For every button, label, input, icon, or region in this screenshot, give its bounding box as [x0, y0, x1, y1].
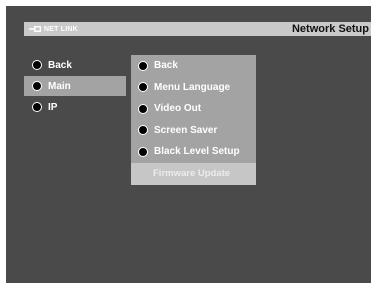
submenu-item-black-level-setup[interactable]: Black Level Setup — [131, 141, 256, 163]
menu-item-label: Main — [48, 80, 71, 92]
radio-bullet-icon — [138, 125, 148, 136]
brand-label: NET LINK — [44, 25, 78, 33]
network-plug-icon — [29, 26, 41, 32]
left-menu-item-ip[interactable]: IP — [29, 97, 131, 117]
submenu-item-label: Black Level Setup — [154, 146, 240, 158]
radio-bullet-icon — [138, 103, 148, 114]
radio-bullet-icon — [138, 82, 148, 93]
submenu-item-back[interactable]: Back — [131, 55, 256, 77]
submenu-panel: Back Menu Language Video Out Screen Save… — [131, 55, 256, 185]
radio-bullet-icon — [138, 60, 148, 71]
radio-bullet-icon — [32, 60, 42, 70]
submenu-item-label: Firmware Update — [153, 168, 231, 180]
submenu-item-screen-saver[interactable]: Screen Saver — [131, 120, 256, 142]
left-menu-item-back[interactable]: Back — [29, 55, 131, 75]
page-title: Network Setup — [291, 23, 369, 35]
radio-bullet-icon — [32, 81, 42, 91]
submenu-item-menu-language[interactable]: Menu Language — [131, 77, 256, 99]
submenu-item-firmware-update: Firmware Update — [131, 163, 256, 185]
submenu-item-label: Screen Saver — [154, 124, 218, 136]
menu-item-label: Back — [48, 59, 72, 71]
title-bar: NET LINK Network Setup — [24, 22, 371, 36]
radio-bullet-icon — [138, 146, 148, 157]
net-link-logo: NET LINK — [29, 23, 78, 35]
submenu-item-label: Video Out — [154, 103, 202, 115]
submenu-item-label: Menu Language — [154, 81, 231, 93]
submenu-item-label: Back — [154, 60, 178, 72]
left-menu-item-main[interactable]: Main — [24, 76, 126, 96]
menu-item-label: IP — [48, 101, 58, 113]
radio-bullet-icon — [32, 102, 42, 112]
submenu-item-video-out[interactable]: Video Out — [131, 98, 256, 120]
